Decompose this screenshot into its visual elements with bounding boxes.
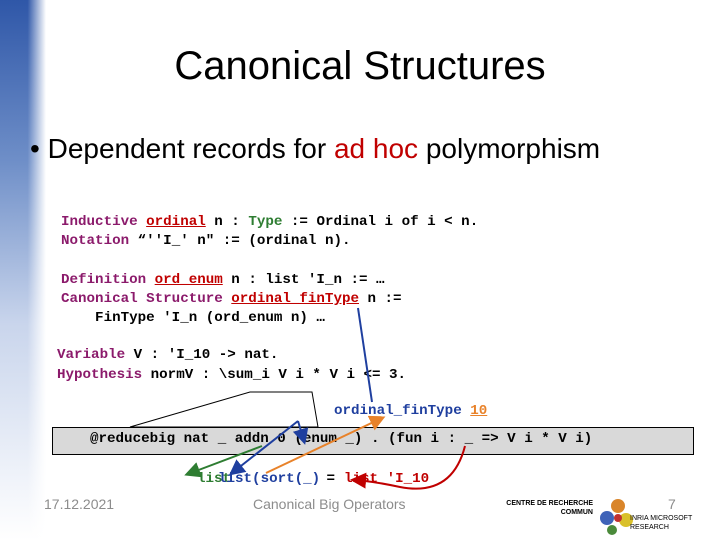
arrow-blue-enum — [292, 420, 309, 445]
arrow-green — [184, 445, 263, 478]
arrows — [184, 307, 466, 490]
arrow-red — [350, 445, 466, 490]
arrow-orange — [265, 415, 386, 474]
logo: CENTRE DE RECHERCHE COMMUN INRIA MICROSO… — [498, 496, 718, 536]
arrow-fintype-link — [357, 307, 373, 403]
footer-date: 17.12.2021 — [44, 496, 115, 512]
slide: Canonical Structures • Dependent records… — [0, 0, 720, 540]
footer-title: Canonical Big Operators — [253, 496, 406, 512]
logo-text-bottom: INRIA MICROSOFT RESEARCH — [630, 515, 693, 531]
logo-text-top: CENTRE DE RECHERCHE COMMUN — [506, 500, 593, 516]
arrow-blue-sort — [228, 420, 299, 476]
